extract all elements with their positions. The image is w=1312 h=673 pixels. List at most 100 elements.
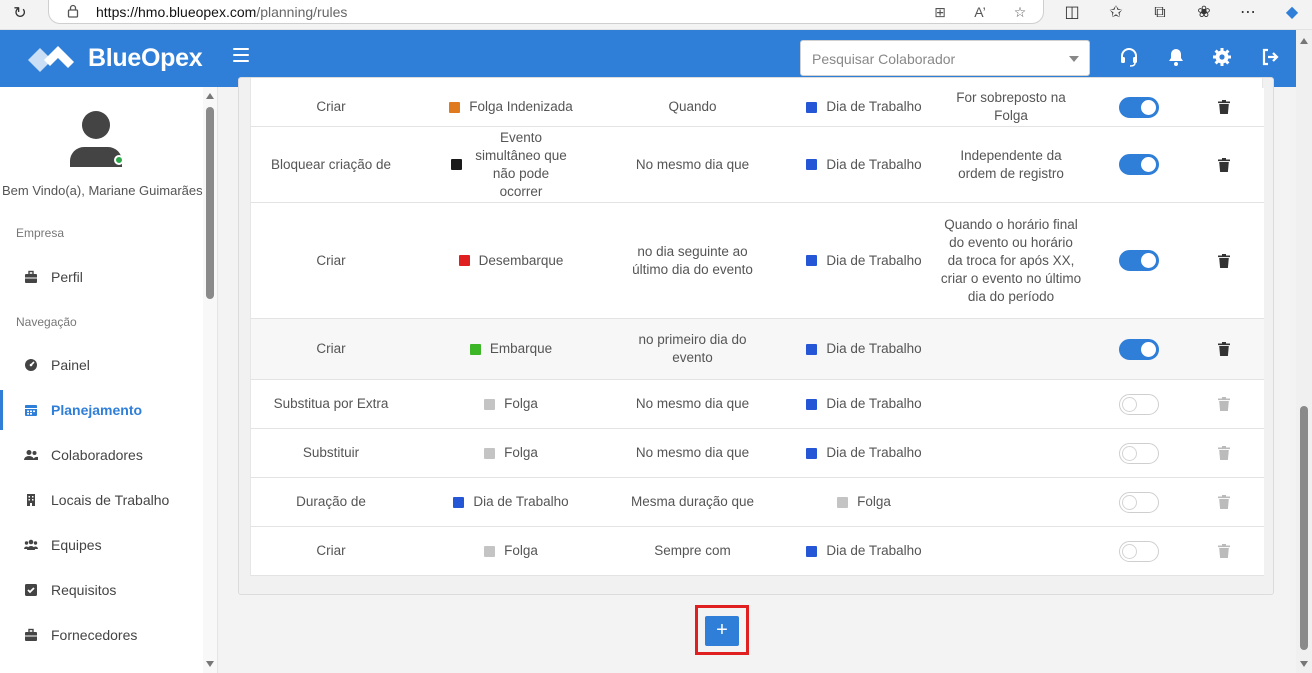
rule-event-1: Folga Indenizada [411, 88, 611, 126]
apps-icon[interactable]: ⊞ [929, 2, 951, 22]
rule-condition: No mesmo dia que [635, 396, 750, 411]
table-row: Criar Embarque no primeiro dia do evento Di… [251, 319, 1264, 380]
rule-delete-cell [1179, 203, 1269, 318]
gear-icon[interactable] [1212, 47, 1232, 67]
rule-toggle-cell [1099, 127, 1179, 202]
rule-enabled-toggle[interactable] [1119, 540, 1159, 562]
reload-icon[interactable]: ↻ [10, 4, 30, 24]
rule-event-2: Dia de Trabalho [774, 429, 954, 477]
window-scroll-down-icon[interactable] [1300, 661, 1308, 667]
sidebar-scrollbar[interactable] [203, 87, 217, 673]
table-row: Criar Desembarque no dia seguinte ao últim… [251, 203, 1264, 319]
rule-condition: No mesmo dia que [635, 156, 750, 172]
sidebar-item-requisitos[interactable]: Requisitos [0, 570, 203, 610]
brand-name: BlueOpex [88, 44, 203, 72]
favorites-icon[interactable]: ✩ [1104, 2, 1128, 24]
rule-event-1: Folga [411, 380, 611, 428]
rule-condition: Sempre com [654, 543, 731, 558]
logout-icon[interactable] [1260, 47, 1280, 67]
rule-extra-condition [934, 429, 1088, 477]
rule-event-2: Dia de Trabalho [774, 527, 954, 575]
rule-enabled-toggle[interactable] [1119, 250, 1159, 271]
trash-icon[interactable] [1218, 342, 1230, 356]
window-scroll-up-icon[interactable] [1300, 38, 1308, 44]
rule-condition: Quando [668, 99, 717, 114]
rule-extra-condition [934, 527, 1088, 575]
event-color-swatch [806, 101, 818, 113]
event-color-swatch [458, 255, 470, 266]
rule-event-2: Dia de Trabalho [774, 88, 954, 126]
rule-condition: no primeiro dia do evento [638, 332, 747, 365]
section-navigation: Navegação [16, 315, 77, 329]
rule-action: Substitua por Extra [273, 396, 389, 411]
rule-extra-condition [934, 478, 1088, 526]
window-scroll-thumb[interactable] [1300, 406, 1308, 650]
trash-icon[interactable] [1218, 100, 1230, 114]
event-color-swatch [806, 447, 818, 459]
more-options-icon[interactable]: ⋯ [1236, 2, 1260, 24]
trash-icon[interactable] [1218, 544, 1230, 558]
rules-card: Criar Folga Indenizada Quando Dia de Trabal… [238, 77, 1274, 595]
sidebar-item-colaboradores[interactable]: Colaboradores [0, 435, 203, 475]
trash-icon[interactable] [1218, 446, 1230, 460]
collections-icon[interactable]: ⧉ [1148, 2, 1172, 24]
online-status-dot [114, 155, 124, 165]
sidebar-item-locais-de-trabalho[interactable]: Locais de Trabalho [0, 480, 203, 520]
section-company: Empresa [16, 226, 65, 240]
rule-event-2: Dia de Trabalho [774, 380, 954, 428]
bell-icon[interactable] [1166, 47, 1186, 67]
copilot-icon[interactable]: ◆ [1280, 2, 1304, 24]
trash-icon[interactable] [1218, 397, 1230, 411]
collaborator-search-select[interactable]: Pesquisar Colaborador [800, 40, 1090, 76]
blueopex-logo-icon [28, 46, 74, 72]
rule-enabled-toggle[interactable] [1119, 442, 1159, 464]
event-color-swatch [449, 101, 461, 113]
event-color-swatch [484, 447, 496, 459]
rule-toggle-cell [1099, 429, 1179, 477]
sidebar-item-fornecedores[interactable]: Fornecedores [0, 615, 203, 655]
browser-toolbar: ↻ https://hmo.blueopex.com/planning/rule… [0, 0, 1312, 30]
table-row: Substituir Folga No mesmo dia que Dia de Tr… [251, 429, 1264, 478]
add-rule-highlight: + [695, 605, 749, 655]
table-row: Substitua por Extra Folga No mesmo dia que… [251, 380, 1264, 429]
rule-delete-cell [1179, 527, 1269, 575]
event-color-swatch [453, 496, 465, 508]
scroll-up-arrow-icon[interactable] [206, 93, 214, 99]
add-rule-button[interactable]: + [705, 616, 739, 646]
rule-enabled-toggle[interactable] [1119, 338, 1159, 360]
extensions-icon[interactable]: ❀ [1192, 2, 1216, 24]
trash-icon[interactable] [1218, 495, 1230, 509]
sidebar-item-painel[interactable]: Painel [0, 345, 203, 385]
search-placeholder: Pesquisar Colaborador [812, 51, 956, 67]
rule-enabled-toggle[interactable] [1119, 154, 1159, 175]
dashboard-icon [25, 359, 37, 371]
rule-condition: Mesma duração que [630, 494, 755, 509]
trash-icon[interactable] [1218, 157, 1230, 172]
headset-support-icon[interactable] [1119, 47, 1139, 67]
rule-enabled-toggle[interactable] [1119, 96, 1159, 118]
scroll-down-arrow-icon[interactable] [206, 661, 214, 667]
address-bar[interactable]: https://hmo.blueopex.com/planning/rules … [48, 0, 1044, 24]
url-text: https://hmo.blueopex.com/planning/rules [96, 4, 348, 20]
rule-enabled-toggle[interactable] [1119, 393, 1159, 415]
event-color-swatch [469, 343, 481, 355]
favorite-star-icon[interactable]: ☆ [1009, 2, 1031, 22]
event-color-swatch [806, 545, 818, 557]
rule-enabled-toggle[interactable] [1119, 491, 1159, 513]
split-screen-icon[interactable]: ◫ [1060, 2, 1084, 24]
sidebar-item-planejamento[interactable]: Planejamento [0, 390, 203, 430]
rule-toggle-cell [1099, 88, 1179, 126]
rule-toggle-cell [1099, 478, 1179, 526]
window-scrollbar[interactable] [1296, 30, 1312, 673]
event-color-swatch [806, 159, 818, 170]
rule-delete-cell [1179, 429, 1269, 477]
sidebar-item-perfil[interactable]: Perfil [0, 257, 203, 297]
sidebar-scroll-thumb[interactable] [206, 107, 214, 299]
trash-icon[interactable] [1218, 253, 1230, 268]
menu-toggle-icon[interactable] [233, 48, 249, 62]
users-icon [24, 450, 38, 460]
read-aloud-icon[interactable]: A’ [969, 2, 991, 22]
rule-extra-condition [934, 319, 1088, 379]
sidebar-item-equipes[interactable]: Equipes [0, 525, 203, 565]
rule-event-1: Desembarque [411, 203, 611, 318]
